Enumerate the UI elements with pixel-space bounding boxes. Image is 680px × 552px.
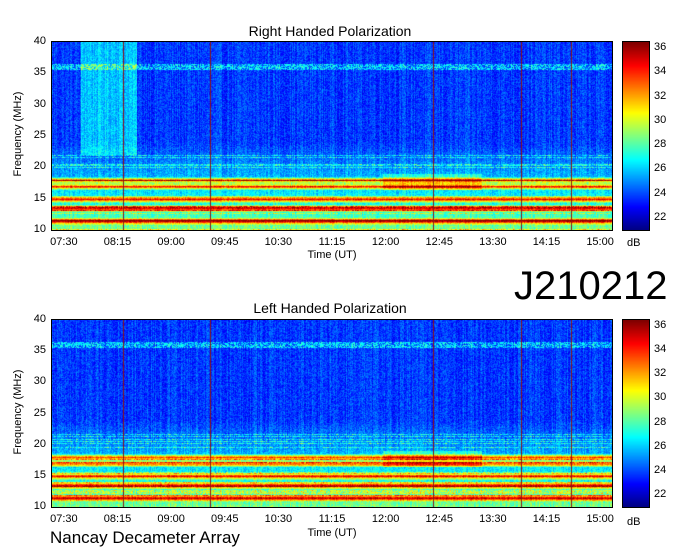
y-tick-label: 35 [33, 344, 46, 357]
colorbar-tick-label: 28 [654, 138, 667, 151]
x-axis-label-top: Time (UT) [307, 249, 357, 261]
colorbar-top [623, 42, 649, 230]
x-tick-label: 07:30 [50, 236, 78, 248]
colorbar-bottom [623, 320, 649, 507]
spectrogram-bottom [52, 320, 612, 507]
y-tick-label: 20 [33, 160, 46, 173]
x-tick-label: 12:00 [371, 513, 400, 525]
y-tick-label: 30 [33, 375, 46, 388]
colorbar-tick-label: 22 [654, 210, 667, 223]
x-tick-label: 10:30 [264, 513, 293, 525]
chart-title-top: Right Handed Polarization [248, 23, 412, 39]
colorbar-tick-label: 34 [654, 343, 667, 356]
colorbar-tick-label: 32 [654, 89, 667, 102]
colorbar-tick-label: 36 [654, 41, 667, 54]
x-tick-label: 13:30 [479, 236, 507, 248]
y-tick-label: 10 [33, 223, 46, 235]
y-tick-label: 40 [33, 35, 46, 47]
y-tick-label: 40 [33, 313, 46, 325]
y-tick-label: 15 [33, 468, 46, 481]
colorbar-tick-label: 26 [654, 439, 667, 452]
colorbar-tick-label: 30 [654, 391, 667, 404]
x-tick-label: 09:00 [157, 513, 185, 525]
x-tick-label: 15:00 [586, 513, 614, 525]
y-tick-label: 25 [33, 129, 46, 141]
y-tick-label: 15 [33, 191, 46, 204]
y-axis-label-bottom: Frequency (MHz) [12, 369, 24, 455]
colorbar-tick-label: 36 [654, 319, 667, 332]
x-tick-label: 07:30 [50, 513, 78, 525]
x-tick-label: 15:00 [586, 236, 614, 248]
colorbar-tick-label: 30 [654, 113, 667, 126]
x-tick-label: 13:30 [479, 513, 507, 525]
y-tick-label: 35 [33, 66, 46, 79]
y-tick-label: 10 [33, 500, 46, 512]
colorbar-label-bottom: dB [627, 516, 641, 528]
x-tick-label: 08:15 [103, 236, 132, 248]
x-tick-label: 11:15 [318, 513, 346, 525]
x-tick-label: 08:15 [103, 513, 132, 525]
colorbar-tick-label: 28 [654, 415, 667, 428]
colorbar-tick-label: 34 [654, 65, 667, 78]
x-tick-label: 09:45 [211, 513, 239, 525]
colorbar-tick-label: 24 [654, 463, 667, 476]
colorbar-tick-label: 26 [654, 162, 667, 175]
spectrogram-top [52, 42, 612, 230]
x-tick-label: 12:45 [425, 236, 453, 248]
x-tick-label: 12:00 [371, 236, 400, 248]
x-tick-label: 11:15 [318, 236, 346, 248]
y-tick-label: 20 [33, 437, 46, 450]
x-tick-label: 14:15 [532, 236, 561, 248]
colorbar-label-top: dB [627, 237, 641, 249]
x-axis-label-bottom: Time (UT) [307, 527, 357, 539]
x-tick-label: 14:15 [532, 513, 561, 525]
y-tick-label: 30 [33, 97, 46, 110]
colorbar-tick-label: 32 [654, 367, 667, 380]
x-tick-label: 09:00 [157, 236, 185, 248]
colorbar-tick-label: 24 [654, 186, 667, 199]
x-tick-label: 10:30 [264, 236, 293, 248]
footer-label: Nancay Decameter Array [50, 528, 240, 547]
colorbar-tick-label: 22 [654, 487, 667, 500]
chart-title-bottom: Left Handed Polarization [253, 300, 407, 316]
y-tick-label: 25 [33, 406, 46, 419]
x-tick-label: 09:45 [211, 236, 239, 248]
x-tick-label: 12:45 [425, 513, 453, 525]
y-axis-label-top: Frequency (MHz) [12, 91, 24, 177]
